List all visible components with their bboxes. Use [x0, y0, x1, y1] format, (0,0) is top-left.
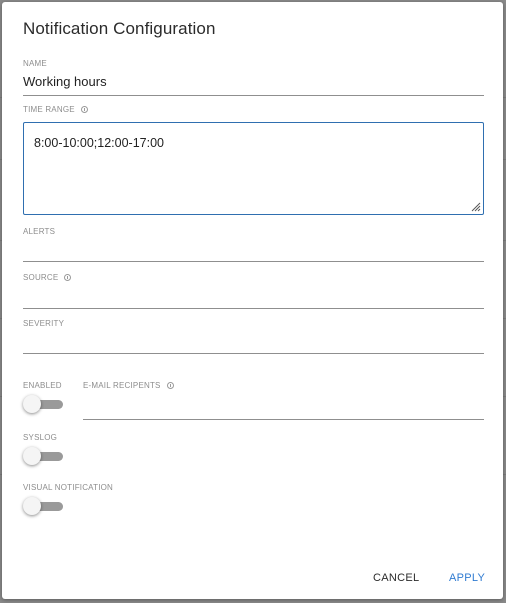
info-icon[interactable] — [64, 274, 72, 281]
name-input[interactable]: Working hours — [23, 74, 107, 89]
dialog-title: Notification Configuration — [23, 19, 216, 38]
visual-notification-label-text: VISUAL NOTIFICATION — [23, 483, 114, 492]
enabled-label: ENABLED — [23, 381, 62, 390]
syslog-label: SYSLOG — [23, 433, 57, 442]
visual-notification-toggle-knob — [23, 497, 41, 515]
alerts-input[interactable] — [23, 261, 484, 262]
enabled-toggle-knob — [23, 395, 41, 413]
time-range-label: TIME RANGE — [23, 105, 88, 114]
severity-input[interactable] — [23, 353, 484, 354]
email-recipients-input[interactable] — [83, 419, 484, 420]
syslog-toggle-knob — [23, 447, 41, 465]
apply-button[interactable]: APPLY — [449, 572, 485, 584]
visual-notification-toggle[interactable] — [23, 496, 63, 516]
source-label-text: SOURCE — [23, 273, 59, 282]
time-range-textarea[interactable]: 8:00-10:00;12:00-17:00 — [23, 122, 484, 215]
name-underline — [23, 95, 484, 96]
email-recipients-label: E-MAIL RECIPENTS — [83, 381, 174, 390]
severity-label-text: SEVERITY — [23, 319, 65, 328]
alerts-label-text: ALERTS — [23, 227, 56, 236]
name-label-text: NAME — [23, 59, 47, 68]
source-label: SOURCE — [23, 273, 72, 282]
notification-config-dialog: Notification Configuration NAME Working … — [2, 2, 503, 599]
syslog-toggle[interactable] — [23, 446, 63, 466]
info-icon[interactable] — [166, 382, 174, 389]
severity-label: SEVERITY — [23, 319, 64, 328]
name-label: NAME — [23, 59, 47, 68]
cancel-button[interactable]: CANCEL — [373, 572, 419, 584]
enabled-toggle[interactable] — [23, 394, 63, 414]
info-icon[interactable] — [80, 106, 88, 113]
alerts-label: ALERTS — [23, 227, 55, 236]
time-range-value: 8:00-10:00;12:00-17:00 — [34, 136, 164, 150]
time-range-label-text: TIME RANGE — [23, 105, 75, 114]
enabled-label-text: ENABLED — [23, 381, 62, 390]
source-input[interactable] — [23, 308, 484, 309]
email-recipients-label-text: E-MAIL RECIPENTS — [83, 381, 161, 390]
resize-grip-icon[interactable] — [471, 202, 481, 212]
syslog-label-text: SYSLOG — [23, 433, 58, 442]
visual-notification-label: VISUAL NOTIFICATION — [23, 483, 113, 492]
